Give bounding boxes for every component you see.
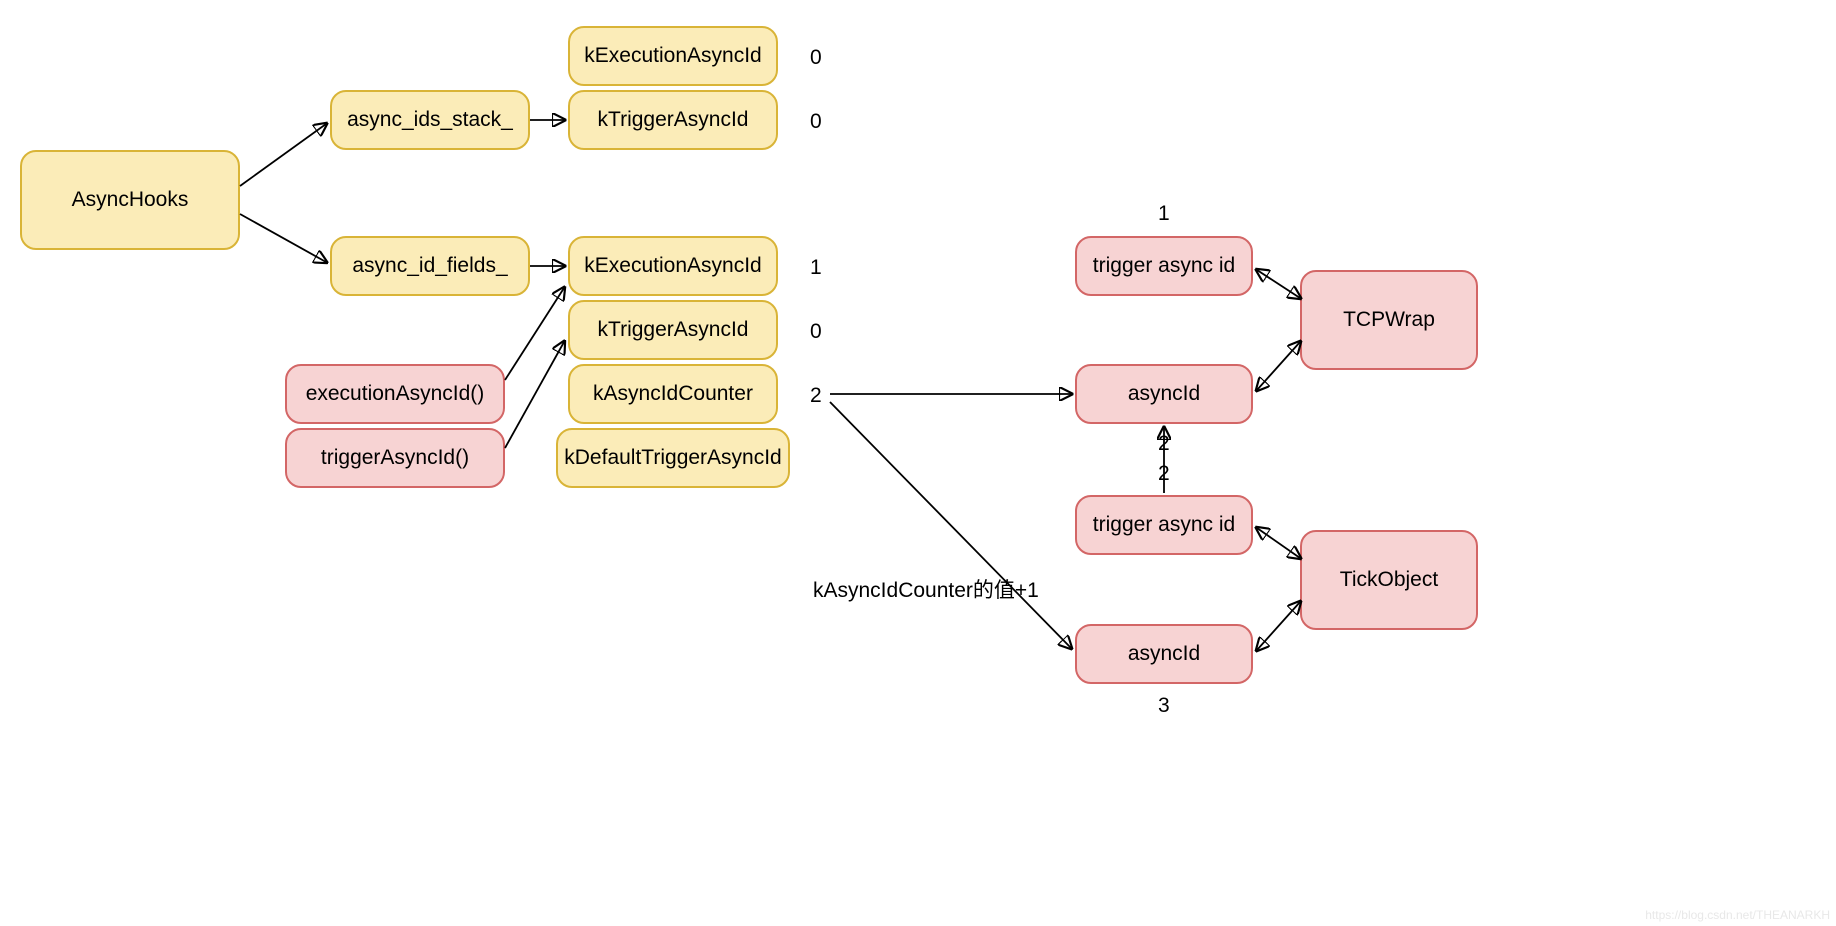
node-k-trigger-async-id-1: kTriggerAsyncId [568,90,778,150]
node-async-id-tcp: asyncId [1075,364,1253,424]
value-async-tcp-above: 2 [1158,432,1170,456]
watermark: https://blog.csdn.net/THEANARKH [1645,908,1830,922]
node-trigger-async-id-fn: triggerAsyncId() [285,428,505,488]
node-k-async-id-counter: kAsyncIdCounter [568,364,778,424]
node-trigger-async-id-tick: trigger async id [1075,495,1253,555]
value-async-tick-below: 3 [1158,694,1170,718]
node-async-id-tick: asyncId [1075,624,1253,684]
node-async-id-fields: async_id_fields_ [330,236,530,296]
node-trigger-async-id-tcp: trigger async id [1075,236,1253,296]
value-trigger-tcp: 1 [1158,202,1170,226]
node-k-execution-async-id-2: kExecutionAsyncId [568,236,778,296]
node-k-trigger-async-id-2: kTriggerAsyncId [568,300,778,360]
value-ktrig1: 0 [810,110,822,134]
node-async-ids-stack: async_ids_stack_ [330,90,530,150]
value-kcounter: 2 [810,384,822,408]
node-tick-object: TickObject [1300,530,1478,630]
edge-label-counter: kAsyncIdCounter的值+1 [813,574,1039,604]
node-tcp-wrap: TCPWrap [1300,270,1478,370]
value-kexec2: 1 [810,256,822,280]
node-async-hooks: AsyncHooks [20,150,240,250]
node-k-default-trigger-async-id: kDefaultTriggerAsyncId [556,428,790,488]
value-ktrig2: 0 [810,320,822,344]
node-k-execution-async-id-1: kExecutionAsyncId [568,26,778,86]
node-execution-async-id-fn: executionAsyncId() [285,364,505,424]
arrows-layer [0,0,1836,926]
value-kexec1: 0 [810,46,822,70]
value-trigger-tick-above: 2 [1158,462,1170,486]
